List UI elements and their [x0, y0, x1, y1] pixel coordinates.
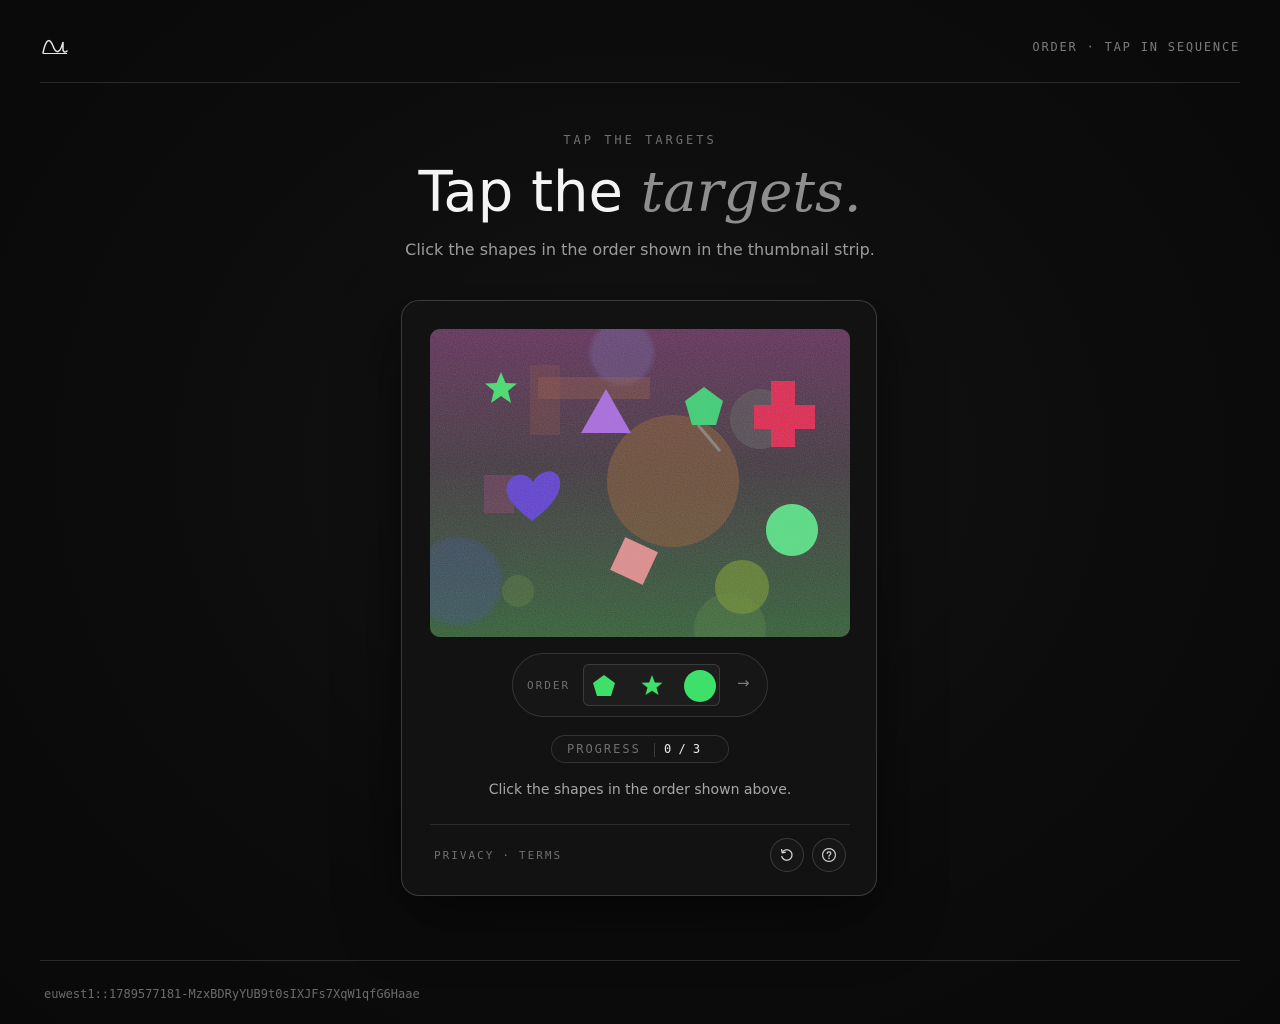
help-icon	[821, 847, 837, 863]
session-id: euwest1::1789577181-MzxBDRyYUB9t0sIXJFs7…	[44, 987, 420, 1001]
legal-separator: ·	[502, 849, 511, 862]
order-thumbnails	[583, 664, 720, 706]
challenge-scene	[430, 329, 850, 637]
progress-indicator: PROGRESS 0 / 3	[551, 735, 729, 763]
thumb-star-icon	[641, 675, 663, 695]
arrow-right-icon: →	[737, 674, 750, 692]
page-subtitle: Click the shapes in the order shown in t…	[405, 240, 875, 259]
top-bar: ORDER · TAP IN SEQUENCE	[40, 0, 1240, 83]
progress-label: PROGRESS	[567, 742, 641, 756]
reload-button[interactable]	[770, 838, 804, 872]
challenge-card: ORDER → PROGRESS 0 / 3 Click the shapes …	[401, 300, 877, 896]
card-divider	[430, 824, 850, 825]
thumb-pentagon-icon	[593, 675, 615, 696]
help-button[interactable]	[812, 838, 846, 872]
mode-label: ORDER · TAP IN SEQUENCE	[1032, 40, 1240, 54]
eyebrow-label: TAP THE TARGETS	[563, 133, 717, 147]
legal-links: PRIVACY · TERMS	[434, 849, 562, 862]
order-strip: ORDER →	[512, 653, 768, 717]
page-title-main: Tap the	[418, 160, 641, 225]
privacy-link[interactable]: PRIVACY	[434, 849, 494, 862]
page-title-emphasis: targets.	[640, 160, 862, 225]
thumb-circle-icon	[684, 670, 716, 702]
reload-icon	[780, 848, 793, 861]
footer-divider	[40, 960, 1240, 961]
progress-separator	[654, 743, 655, 757]
terms-link[interactable]: TERMS	[519, 849, 562, 862]
instructions-text: Click the shapes in the order shown abov…	[488, 782, 792, 798]
order-label: ORDER	[527, 679, 571, 692]
progress-value: 0 / 3	[664, 742, 701, 756]
wave-logo-icon	[42, 39, 68, 54]
page-title: Tap the targets.	[0, 158, 1280, 228]
challenge-canvas[interactable]	[430, 329, 850, 637]
